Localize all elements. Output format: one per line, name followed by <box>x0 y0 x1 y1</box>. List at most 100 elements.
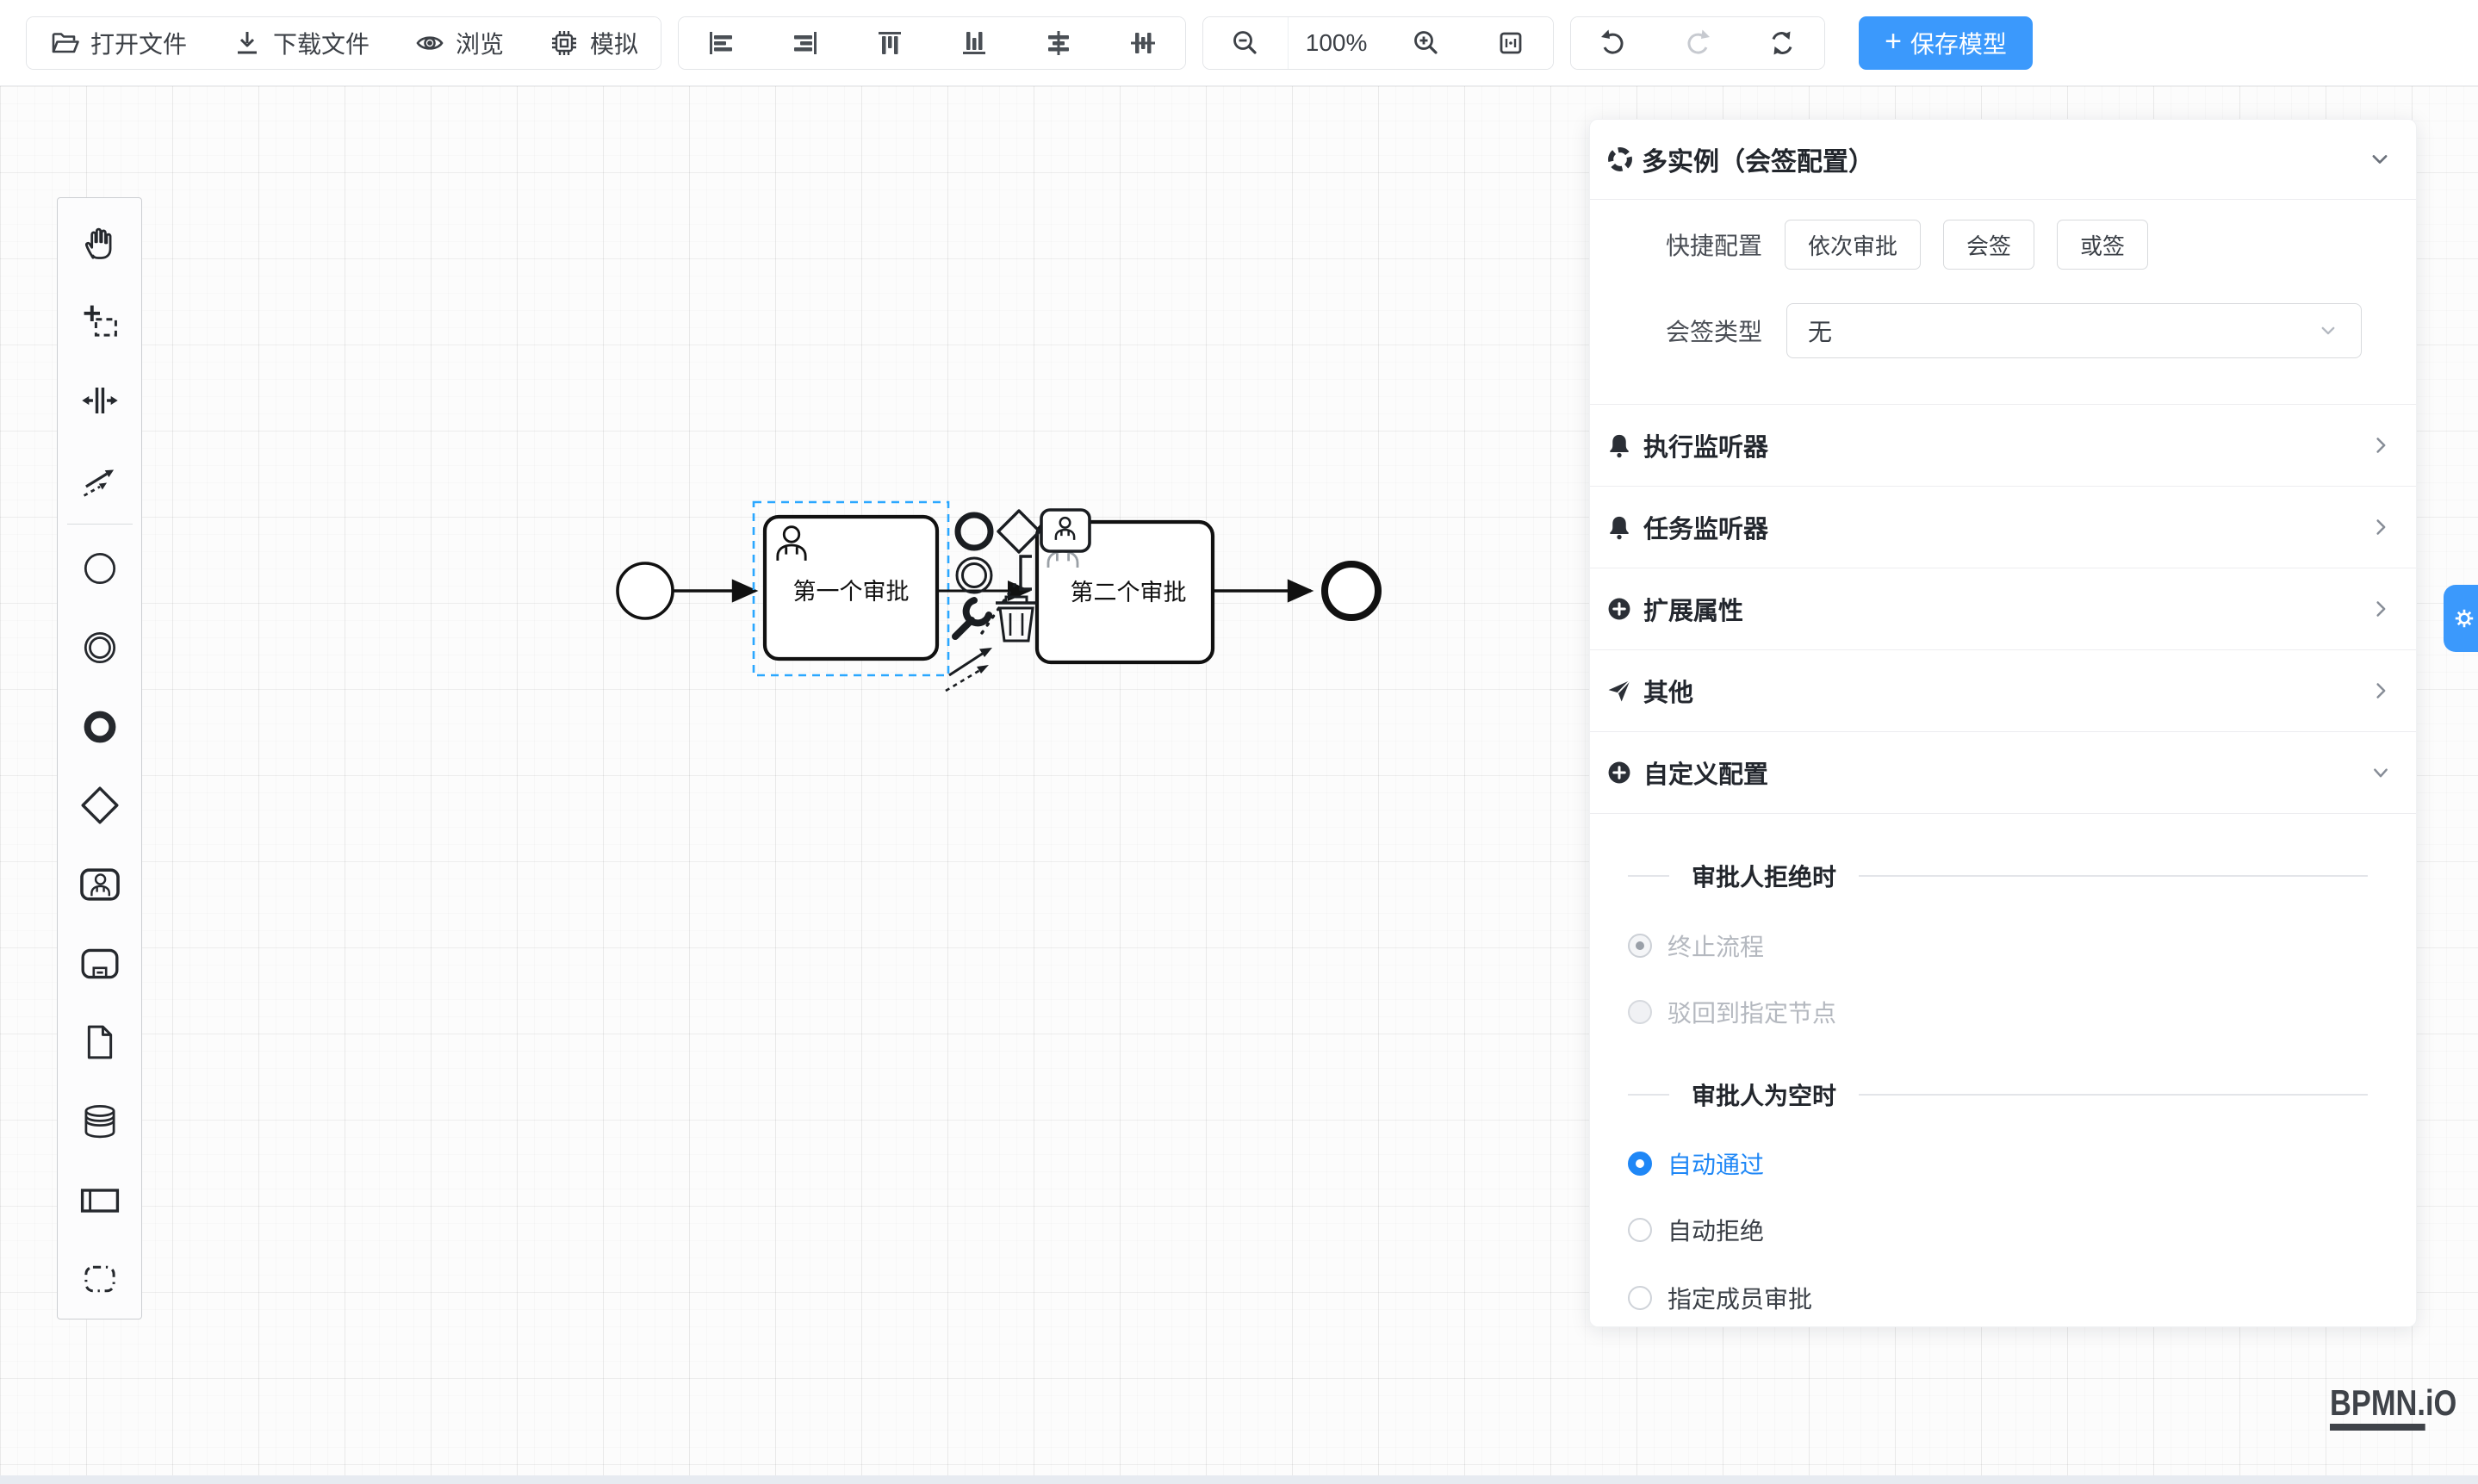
sign-type-value: 无 <box>1808 314 2316 348</box>
empty-title: 审批人为空时 <box>1692 1077 1836 1112</box>
palette-start-event[interactable] <box>60 530 140 609</box>
open-file-label: 打开文件 <box>90 26 187 60</box>
palette-participant-pool[interactable] <box>60 1161 140 1240</box>
zoom-out-button[interactable] <box>1203 17 1288 69</box>
fit-viewport-icon <box>1495 28 1526 59</box>
section-custom-config[interactable]: 自定义配置 <box>1590 731 2416 813</box>
palette-group[interactable] <box>60 1239 140 1319</box>
radio-button[interactable] <box>1628 1286 1652 1310</box>
quick-config-row: 快捷配置 依次审批 会签 或签 <box>1590 217 2416 272</box>
align-top-button[interactable] <box>848 17 932 69</box>
radio-button[interactable] <box>1628 1152 1652 1176</box>
align-left-button[interactable] <box>679 17 763 69</box>
hand-tool[interactable] <box>60 203 140 283</box>
user-task-icon <box>79 864 121 905</box>
chevron-down-icon[interactable] <box>2366 146 2394 173</box>
save-model-label: 保存模型 <box>1910 26 2007 60</box>
radio-terminate-process[interactable]: 终止流程 <box>1590 916 2416 976</box>
download-file-button[interactable]: 下载文件 <box>209 17 392 69</box>
section-task-listener[interactable]: 任务监听器 <box>1590 486 2416 568</box>
open-file-button[interactable]: 打开文件 <box>27 17 209 69</box>
lasso-tool[interactable] <box>60 283 140 362</box>
save-model-button[interactable]: + 保存模型 <box>1859 16 2033 70</box>
panel-header[interactable]: 多实例（会签配置） <box>1590 120 2416 199</box>
align-bottom-icon <box>959 28 990 59</box>
end-event-shape[interactable] <box>1325 564 1378 618</box>
palette-subprocess[interactable] <box>60 924 140 1003</box>
trash-icon[interactable] <box>996 597 1037 641</box>
zoom-toolbar-group: 100% <box>1202 16 1554 70</box>
radio-button[interactable] <box>1628 1000 1652 1024</box>
eye-icon <box>414 28 445 59</box>
append-gateway-icon[interactable] <box>998 511 1040 552</box>
append-end-event-icon[interactable] <box>958 515 991 548</box>
palette-user-task[interactable] <box>60 845 140 924</box>
radio-return-to-node[interactable]: 驳回到指定节点 <box>1590 982 2416 1042</box>
section-execution-listener[interactable]: 执行监听器 <box>1590 404 2416 486</box>
radio-assign-member[interactable]: 指定成员审批 <box>1590 1268 2416 1328</box>
align-center-horizontal-button[interactable] <box>1016 17 1101 69</box>
radio-auto-reject[interactable]: 自动拒绝 <box>1590 1200 2416 1260</box>
palette-data-object[interactable] <box>60 1003 140 1082</box>
download-icon <box>232 28 263 59</box>
space-tool-icon <box>80 381 120 420</box>
bpmn-diagram: 第一个审批 第二个审批 <box>603 474 1421 723</box>
global-connect-tool[interactable] <box>60 440 140 519</box>
quick-option-countersign[interactable]: 会签 <box>1943 220 2034 270</box>
align-center-vertical-button[interactable] <box>1101 17 1185 69</box>
simulate-button[interactable]: 模拟 <box>526 17 661 69</box>
intermediate-event-icon <box>80 628 120 667</box>
palette-intermediate-event[interactable] <box>60 608 140 687</box>
append-user-task-icon[interactable] <box>1041 510 1090 551</box>
palette-data-store[interactable] <box>60 1082 140 1161</box>
quick-option-orsign[interactable]: 或签 <box>2057 220 2148 270</box>
palette-end-event[interactable] <box>60 687 140 767</box>
connect-icon <box>80 460 120 500</box>
radio-label: 驳回到指定节点 <box>1668 995 1836 1029</box>
zoom-in-button[interactable] <box>1384 17 1469 69</box>
preview-label: 浏览 <box>456 26 504 60</box>
fit-viewport-button[interactable] <box>1469 17 1553 69</box>
chip-icon <box>549 28 580 59</box>
append-intermediate-event-icon[interactable] <box>957 558 991 593</box>
space-tool[interactable] <box>60 361 140 440</box>
section-label: 执行监听器 <box>1643 427 2368 463</box>
reset-button[interactable] <box>1740 17 1824 69</box>
empty-subheading: 审批人为空时 <box>1590 1065 2416 1125</box>
section-other[interactable]: 其他 <box>1590 649 2416 731</box>
subprocess-icon <box>79 943 121 984</box>
hand-icon <box>80 223 120 263</box>
bpmn-io-logo[interactable]: BPMN.iO <box>2330 1385 2456 1431</box>
radio-button[interactable] <box>1628 1218 1652 1242</box>
section-extended-properties[interactable]: 扩展属性 <box>1590 568 2416 649</box>
undo-icon <box>1598 28 1629 59</box>
align-center-vertical-icon <box>1127 28 1158 59</box>
panel-title: 多实例（会签配置） <box>1642 140 1874 178</box>
radio-auto-pass[interactable]: 自动通过 <box>1590 1133 2416 1194</box>
undo-button[interactable] <box>1571 17 1655 69</box>
reject-title: 审批人拒绝时 <box>1692 859 1836 893</box>
radio-button[interactable] <box>1628 934 1652 958</box>
reset-icon <box>1767 28 1798 59</box>
zoom-in-icon <box>1411 28 1442 59</box>
plus-circle-icon <box>1605 595 1633 623</box>
sign-type-select[interactable]: 无 <box>1786 303 2362 358</box>
bell-icon <box>1605 432 1633 459</box>
horizontal-scrollbar[interactable] <box>0 1475 2478 1484</box>
radio-label: 终止流程 <box>1668 928 1764 963</box>
task-first-approval[interactable]: 第一个审批 <box>765 517 937 659</box>
start-event-shape[interactable] <box>618 563 673 618</box>
settings-tab[interactable] <box>2444 585 2478 652</box>
align-right-button[interactable] <box>763 17 848 69</box>
align-bottom-button[interactable] <box>932 17 1016 69</box>
redo-button[interactable] <box>1655 17 1740 69</box>
gateway-icon <box>79 785 121 826</box>
participant-pool-icon <box>79 1180 121 1221</box>
zoom-level: 100% <box>1288 17 1384 69</box>
palette-gateway[interactable] <box>60 766 140 845</box>
gear-icon <box>2450 602 2478 635</box>
quick-config-label: 快捷配置 <box>1590 227 1762 262</box>
connect-from-icon[interactable] <box>946 648 992 691</box>
preview-button[interactable]: 浏览 <box>392 17 526 69</box>
quick-option-sequential[interactable]: 依次审批 <box>1785 220 1921 270</box>
